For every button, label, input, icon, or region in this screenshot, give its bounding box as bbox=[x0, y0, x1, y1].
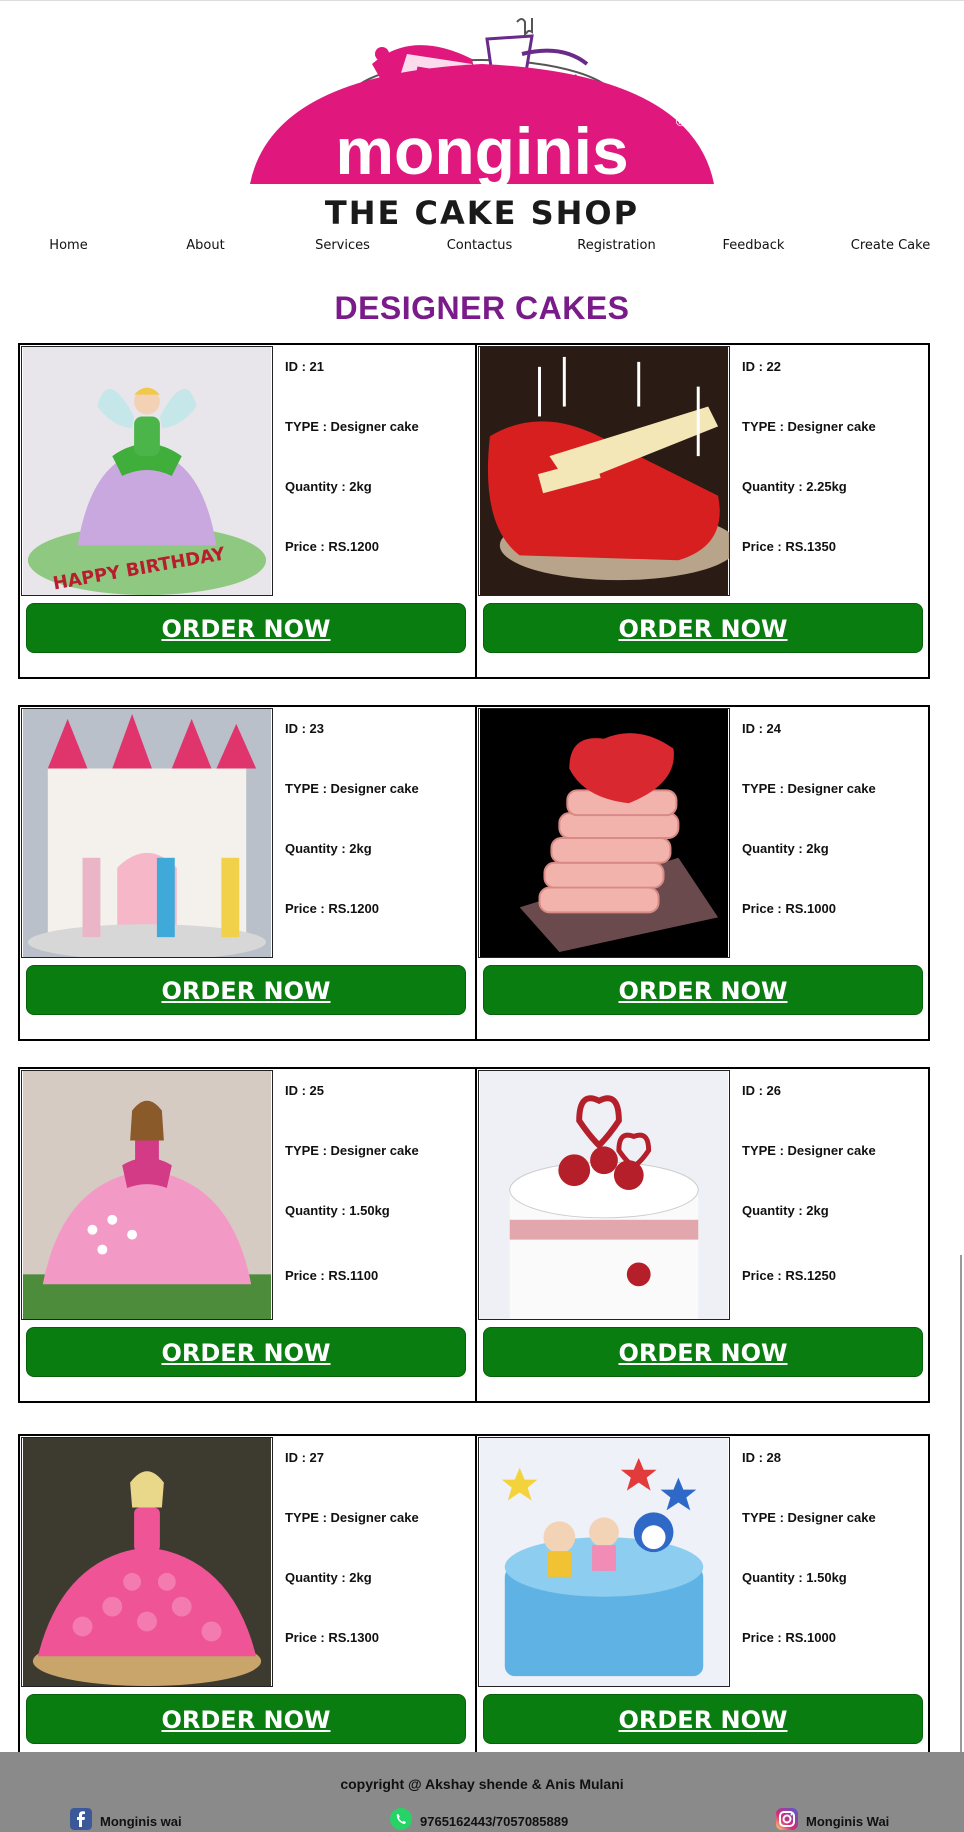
princess-castle-cake-image bbox=[21, 708, 273, 958]
fairy-doll-cake-image: HAPPY BIRTHDAY bbox=[21, 346, 273, 596]
svg-text:THE CAKE SHOP: THE CAKE SHOP bbox=[325, 194, 639, 232]
order-now-button[interactable]: ORDER NOW bbox=[26, 965, 466, 1015]
cake-type: TYPE : Designer cake bbox=[742, 1143, 876, 1158]
cake-type: TYPE : Designer cake bbox=[285, 419, 419, 434]
cake-row: ID : 23 TYPE : Designer cake Quantity : … bbox=[18, 705, 930, 1041]
nav-registration-link[interactable]: Registration bbox=[548, 238, 685, 253]
cake-type: TYPE : Designer cake bbox=[742, 781, 876, 796]
cake-card: ID : 23 TYPE : Designer cake Quantity : … bbox=[20, 707, 474, 1039]
top-divider bbox=[0, 0, 964, 1]
cartoon-stars-cake-image bbox=[478, 1437, 730, 1687]
page-scrollbar[interactable] bbox=[960, 1255, 962, 1755]
nav-feedback-link[interactable]: Feedback bbox=[685, 238, 822, 253]
order-now-button[interactable]: ORDER NOW bbox=[26, 1327, 466, 1377]
main-nav: Home About Services Contactus Registrati… bbox=[0, 238, 964, 266]
facebook-label: Monginis wai bbox=[100, 1814, 182, 1829]
cake-id: ID : 25 bbox=[285, 1083, 325, 1098]
guitar-cake-image bbox=[478, 346, 730, 596]
cake-id: ID : 22 bbox=[742, 359, 782, 374]
nav-create-cake-link[interactable]: Create Cake bbox=[822, 238, 959, 253]
nav-services-link[interactable]: Services bbox=[274, 238, 411, 253]
cake-price: Price : RS.1350 bbox=[742, 539, 836, 554]
pink-doll-cake-image bbox=[21, 1070, 273, 1320]
footer: copyright @ Akshay shende & Anis Mulani … bbox=[0, 1752, 964, 1832]
order-now-button[interactable]: ORDER NOW bbox=[483, 603, 923, 653]
order-now-button[interactable]: ORDER NOW bbox=[483, 1327, 923, 1377]
copyright-text: copyright @ Akshay shende & Anis Mulani bbox=[340, 1776, 624, 1792]
cake-type: TYPE : Designer cake bbox=[285, 781, 419, 796]
cake-id: ID : 28 bbox=[742, 1450, 782, 1465]
cake-card: ID : 26 TYPE : Designer cake Quantity : … bbox=[475, 1069, 931, 1401]
cake-price: Price : RS.1200 bbox=[285, 901, 379, 916]
order-now-button[interactable]: ORDER NOW bbox=[483, 965, 923, 1015]
nav-about-link[interactable]: About bbox=[137, 238, 274, 253]
cake-type: TYPE : Designer cake bbox=[742, 419, 876, 434]
heart-stack-cake-image bbox=[478, 708, 730, 958]
cake-price: Price : RS.1250 bbox=[742, 1268, 836, 1283]
cake-quantity: Quantity : 2kg bbox=[285, 841, 372, 856]
whatsapp-icon bbox=[390, 1808, 412, 1830]
cake-price: Price : RS.1000 bbox=[742, 1630, 836, 1645]
cake-id: ID : 23 bbox=[285, 721, 325, 736]
cake-card: ID : 28 TYPE : Designer cake Quantity : … bbox=[475, 1436, 931, 1768]
cake-card: ID : 27 TYPE : Designer cake Quantity : … bbox=[20, 1436, 474, 1768]
cake-price: Price : RS.1200 bbox=[285, 539, 379, 554]
cake-quantity: Quantity : 2.25kg bbox=[742, 479, 847, 494]
cake-quantity: Quantity : 2kg bbox=[285, 1570, 372, 1585]
cake-type: TYPE : Designer cake bbox=[285, 1510, 419, 1525]
cake-row: HAPPY BIRTHDAY ID : 21 TYPE : Designer c… bbox=[18, 343, 930, 679]
cake-price: Price : RS.1000 bbox=[742, 901, 836, 916]
cake-price: Price : RS.1300 bbox=[285, 1630, 379, 1645]
facebook-icon bbox=[70, 1808, 92, 1830]
cake-card: ID : 24 TYPE : Designer cake Quantity : … bbox=[475, 707, 931, 1039]
order-now-button[interactable]: ORDER NOW bbox=[26, 1694, 466, 1744]
cake-id: ID : 27 bbox=[285, 1450, 325, 1465]
cake-card: ID : 25 TYPE : Designer cake Quantity : … bbox=[20, 1069, 474, 1401]
monginis-logo[interactable]: monginis ® THE CAKE SHOP bbox=[232, 14, 732, 234]
cake-quantity: Quantity : 2kg bbox=[742, 1203, 829, 1218]
page-title: DESIGNER CAKES bbox=[334, 290, 630, 326]
svg-text:®: ® bbox=[674, 114, 688, 130]
cake-row: ID : 27 TYPE : Designer cake Quantity : … bbox=[18, 1434, 930, 1768]
cake-quantity: Quantity : 1.50kg bbox=[285, 1203, 390, 1218]
order-now-button[interactable]: ORDER NOW bbox=[26, 603, 466, 653]
cake-id: ID : 26 bbox=[742, 1083, 782, 1098]
red-heart-rose-cake-image bbox=[478, 1070, 730, 1320]
cake-row: ID : 25 TYPE : Designer cake Quantity : … bbox=[18, 1067, 930, 1403]
logo-graphic: monginis ® THE CAKE SHOP bbox=[250, 18, 714, 232]
cake-price: Price : RS.1100 bbox=[285, 1268, 379, 1283]
cake-card: ID : 22 TYPE : Designer cake Quantity : … bbox=[475, 345, 931, 677]
barbie-rosette-cake-image bbox=[21, 1437, 273, 1687]
cake-quantity: Quantity : 2kg bbox=[742, 841, 829, 856]
cake-card: HAPPY BIRTHDAY ID : 21 TYPE : Designer c… bbox=[20, 345, 474, 677]
cake-quantity: Quantity : 1.50kg bbox=[742, 1570, 847, 1585]
instagram-label: Monginis Wai bbox=[806, 1814, 890, 1829]
nav-contactus-link[interactable]: Contactus bbox=[411, 238, 548, 253]
cake-type: TYPE : Designer cake bbox=[285, 1143, 419, 1158]
svg-text:monginis: monginis bbox=[335, 114, 628, 188]
cake-type: TYPE : Designer cake bbox=[742, 1510, 876, 1525]
instagram-icon bbox=[776, 1808, 798, 1830]
order-now-button[interactable]: ORDER NOW bbox=[483, 1694, 923, 1744]
whatsapp-label: 9765162443/7057085889 bbox=[420, 1814, 569, 1829]
cake-id: ID : 21 bbox=[285, 359, 325, 374]
cake-quantity: Quantity : 2kg bbox=[285, 479, 372, 494]
nav-home-link[interactable]: Home bbox=[0, 238, 137, 253]
cake-id: ID : 24 bbox=[742, 721, 782, 736]
